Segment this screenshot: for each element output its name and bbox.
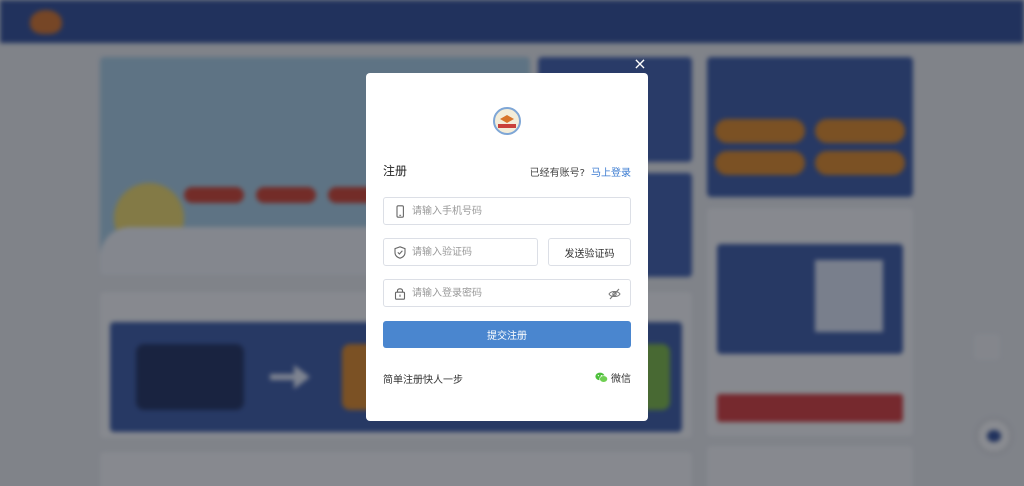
school-emblem-icon (493, 107, 521, 135)
lock-icon (394, 288, 406, 300)
have-account-text: 已经有账号? (529, 168, 585, 179)
send-code-button[interactable]: 发送验证码 (548, 238, 631, 266)
register-modal: 注册 已经有账号? 马上登录 发送验证码 提交注册 简单注册快人一步 (366, 73, 648, 421)
phone-field (383, 197, 631, 225)
phone-icon (396, 205, 404, 218)
login-link[interactable]: 马上登录 (591, 168, 631, 179)
submit-register-button[interactable]: 提交注册 (383, 321, 631, 348)
verification-code-input[interactable] (412, 239, 532, 265)
eye-off-icon[interactable] (608, 288, 621, 300)
register-tagline: 简单注册快人一步 (383, 375, 463, 386)
phone-input[interactable] (412, 198, 602, 224)
password-input[interactable] (412, 280, 602, 306)
modal-title: 注册 (383, 164, 408, 178)
wechat-icon (595, 372, 608, 383)
shield-icon (394, 246, 406, 259)
password-field (383, 279, 631, 307)
wechat-login[interactable]: 微信 (595, 370, 631, 385)
close-icon[interactable]: × (632, 56, 648, 72)
login-prompt: 已经有账号? 马上登录 (530, 164, 631, 179)
code-field (383, 238, 538, 266)
wechat-label: 微信 (611, 374, 631, 385)
